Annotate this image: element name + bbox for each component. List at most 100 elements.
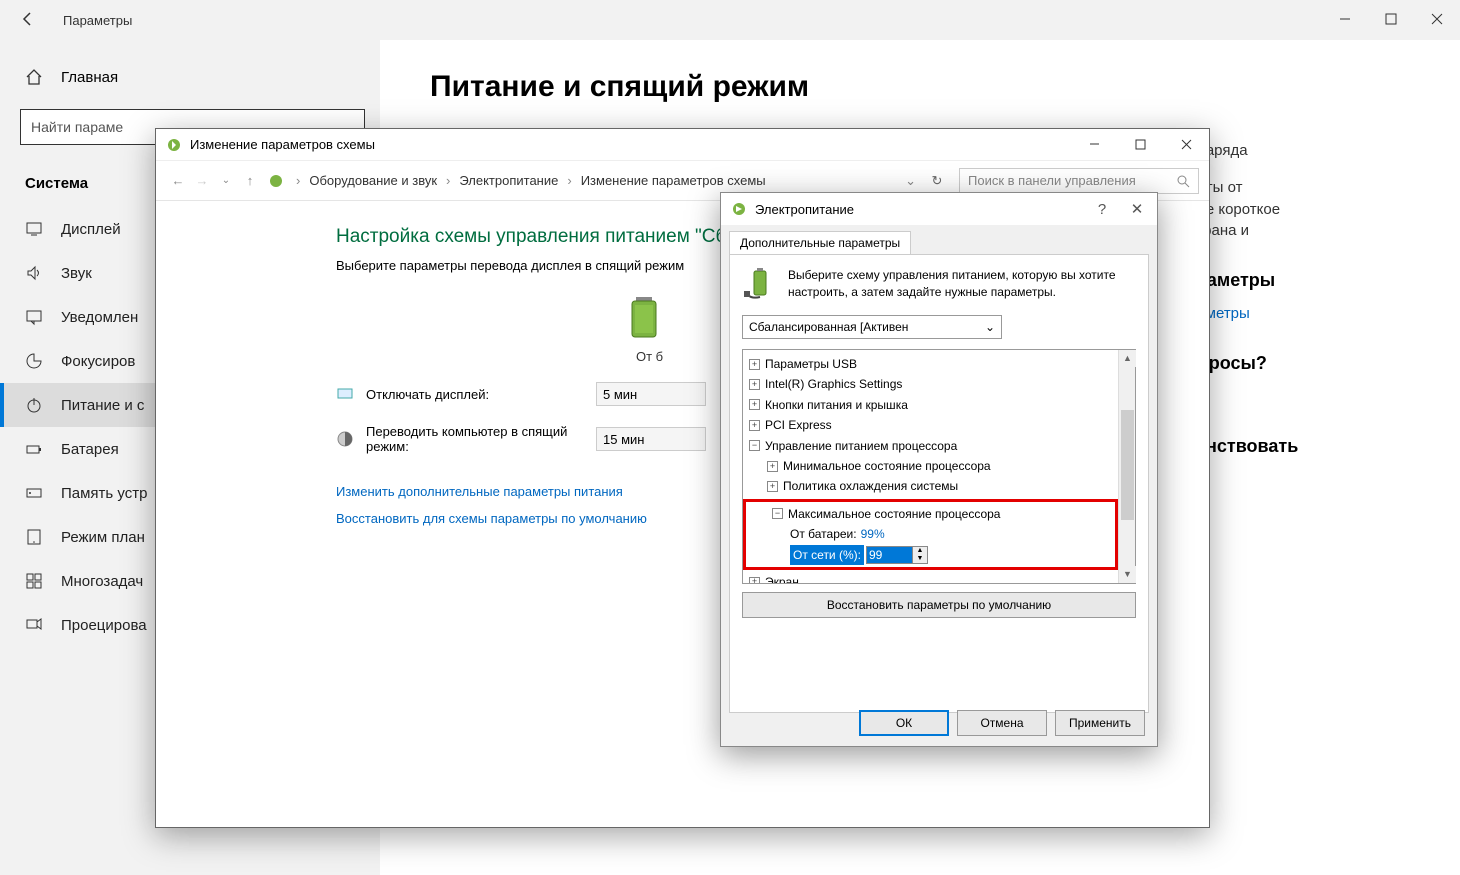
scroll-thumb[interactable] [1121,410,1134,520]
tree-node-cpu[interactable]: −Управление питанием процессора [745,436,1116,456]
collapse-icon[interactable]: − [749,440,760,451]
po-intro: Выберите схему управления питанием, кото… [742,267,1136,303]
tree-node-plugged-value[interactable]: От сети (%): ▲▼ [750,545,1111,565]
search-placeholder: Поиск в панели управления [968,173,1136,188]
cp-title: Изменение параметров схемы [190,137,375,152]
close-button[interactable] [1414,0,1460,38]
highlighted-region: −Максимальное состояние процессора От ба… [743,499,1118,570]
tree-node-screen[interactable]: +Экран [745,572,1116,583]
expand-icon[interactable]: + [749,420,760,431]
cancel-button[interactable]: Отмена [957,710,1047,736]
minimize-button[interactable] [1322,0,1368,38]
tab-advanced[interactable]: Дополнительные параметры [729,231,911,254]
nav-up-icon[interactable]: ↑ [238,173,262,188]
maximize-button[interactable] [1117,129,1163,159]
notify-icon [25,308,43,326]
power-options-dialog: Электропитание ? ✕ Дополнительные параме… [720,192,1158,747]
expand-icon[interactable]: + [767,461,778,472]
tree-node-buttons[interactable]: +Кнопки питания и крышка [745,395,1116,415]
project-icon [25,616,43,634]
po-title: Электропитание [755,202,1087,217]
scroll-up-icon[interactable]: ▲ [1119,350,1136,367]
storage-icon [25,484,43,502]
search-placeholder: Найти параме [31,119,123,135]
sidebar-item-label: Звук [61,265,92,282]
search-icon [1176,174,1190,188]
display-off-battery-select[interactable]: 5 мин [596,382,706,406]
settings-titlebar: Параметры [0,0,1460,40]
collapse-icon[interactable]: − [772,508,783,519]
nav-fwd-icon[interactable]: → [190,173,214,188]
spin-down-icon[interactable]: ▼ [913,555,927,563]
tree-node-battery-value[interactable]: От батареи: 99% [750,524,1111,544]
maximize-button[interactable] [1368,0,1414,38]
refresh-icon[interactable]: ↻ [925,173,949,189]
sidebar-home[interactable]: Главная [0,60,380,94]
battery-large-icon [626,293,662,341]
help-button[interactable]: ? [1087,201,1117,218]
expand-icon[interactable]: + [749,577,760,583]
expand-icon[interactable]: + [749,359,760,370]
scroll-down-icon[interactable]: ▼ [1119,566,1136,583]
close-button[interactable]: ✕ [1117,200,1157,218]
cp-search-input[interactable]: Поиск в панели управления [959,168,1199,194]
spin-up-icon[interactable]: ▲ [913,547,927,555]
cp-titlebar: Изменение параметров схемы [156,129,1209,161]
focus-icon [25,352,43,370]
po-intro-text: Выберите схему управления питанием, кото… [788,267,1136,303]
row-label: Переводить компьютер в спящий режим: [366,424,596,454]
sidebar-item-label: Память устр [61,485,147,502]
crumb[interactable]: Изменение параметров схемы [581,173,766,188]
minimize-button[interactable] [1071,129,1117,159]
battery-icon [25,440,43,458]
dialog-buttons: ОК Отмена Применить [859,710,1145,736]
sidebar-item-label: Уведомлен [61,309,138,326]
sidebar-item-label: Многозадач [61,573,143,590]
sidebar-item-label: Батарея [61,441,119,458]
display-icon [25,220,43,238]
breadcrumb: › Оборудование и звук › Электропитание ›… [262,173,920,189]
cp-window-controls [1071,129,1209,159]
back-icon[interactable] [20,11,38,29]
plugged-spinner[interactable]: ▲▼ [866,546,928,564]
apply-button[interactable]: Применить [1055,710,1145,736]
settings-tree[interactable]: +Параметры USB +Intel(R) Graphics Settin… [743,350,1118,583]
row-label: Отключать дисплей: [366,387,596,402]
expand-icon[interactable]: + [749,379,760,390]
tree-node-cpu-max[interactable]: −Максимальное состояние процессора [750,504,1111,524]
ok-button[interactable]: ОК [859,710,949,736]
chevron-down-icon[interactable]: ⌄ [905,173,916,189]
display-off-icon [336,385,356,403]
crumb[interactable]: Оборудование и звук [309,173,437,188]
tree-node-pci[interactable]: +PCI Express [745,415,1116,435]
expand-icon[interactable]: + [767,481,778,492]
expand-icon[interactable]: + [749,399,760,410]
sidebar-item-label: Фокусиров [61,353,135,370]
crumb[interactable]: Электропитание [459,173,558,188]
nav-recent-icon[interactable]: ⌄ [214,175,238,186]
scheme-select[interactable]: Сбалансированная [Активен ⌄ [742,315,1002,339]
tree-node-usb[interactable]: +Параметры USB [745,354,1116,374]
battery-value-link[interactable]: 99% [861,524,885,544]
tree-node-intel[interactable]: +Intel(R) Graphics Settings [745,374,1116,394]
tablet-icon [25,528,43,546]
po-titlebar: Электропитание ? ✕ [721,193,1157,225]
battery-plug-icon [742,267,778,303]
chevron-down-icon: ⌄ [985,320,995,334]
scheme-value: Сбалансированная [Активен [749,320,908,334]
nav-back-icon[interactable]: ← [166,173,190,188]
home-icon [25,68,43,86]
sound-icon [25,264,43,282]
page-title: Питание и спящий режим [430,70,1410,104]
tree-node-cpu-min[interactable]: +Минимальное состояние процессора [745,456,1116,476]
sleep-battery-select[interactable]: 15 мин [596,427,706,451]
tree-node-cpu-cooling[interactable]: +Политика охлаждения системы [745,476,1116,496]
tree-scrollbar[interactable]: ▲ ▼ [1118,350,1135,583]
sleep-icon [336,430,356,448]
col-battery-label: От б [596,349,696,364]
power-plan-icon [166,137,182,153]
tree-container: +Параметры USB +Intel(R) Graphics Settin… [742,349,1136,584]
plugged-input[interactable] [867,547,912,563]
close-button[interactable] [1163,129,1209,159]
restore-defaults-button[interactable]: Восстановить параметры по умолчанию [742,592,1136,618]
